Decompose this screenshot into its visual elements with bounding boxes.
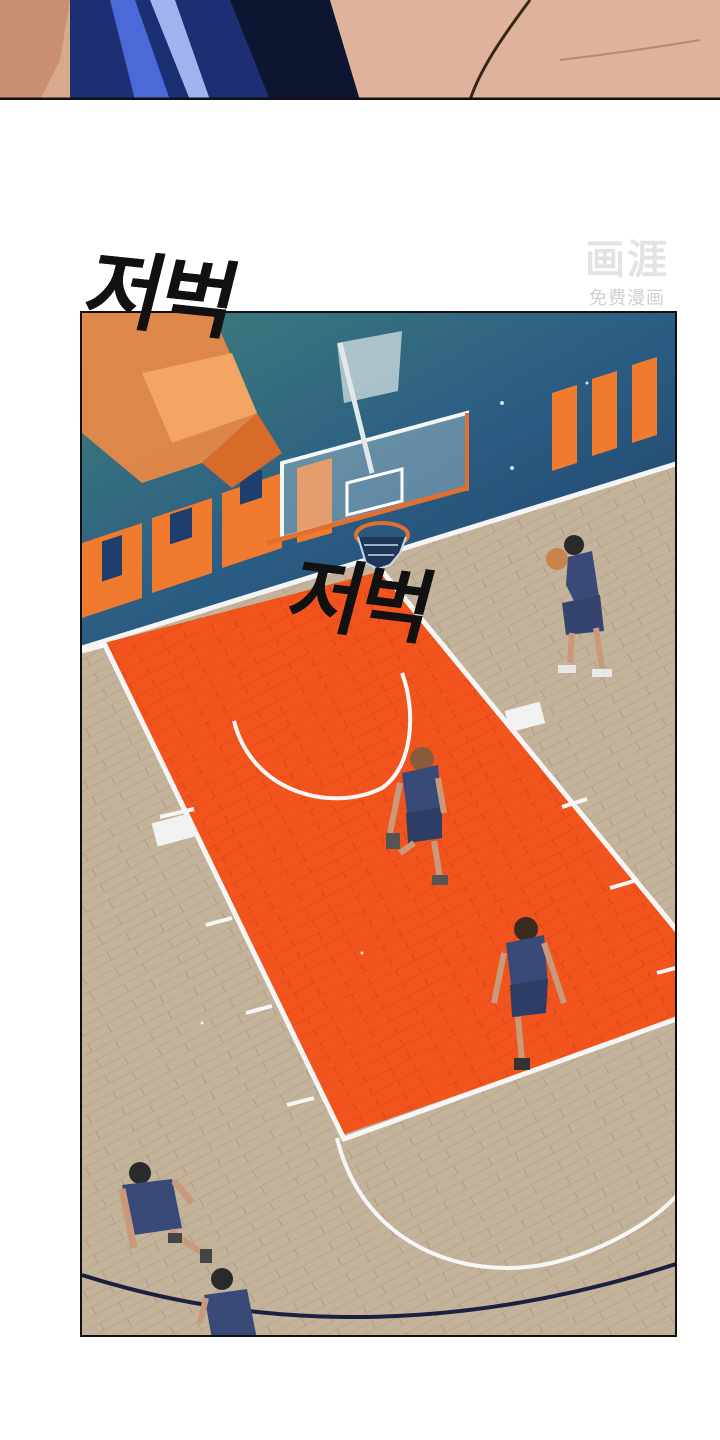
watermark-title: 画涯 — [585, 237, 669, 283]
watermark: 画涯 免费漫画 — [566, 238, 688, 310]
watermark-subtitle: 免费漫画 — [589, 288, 665, 309]
previous-panel-fragment — [0, 0, 720, 100]
sound-effect-upper: 저벅 — [75, 238, 246, 351]
court-panel — [80, 311, 677, 1337]
sound-effect-lower: 저벅 — [278, 546, 442, 656]
